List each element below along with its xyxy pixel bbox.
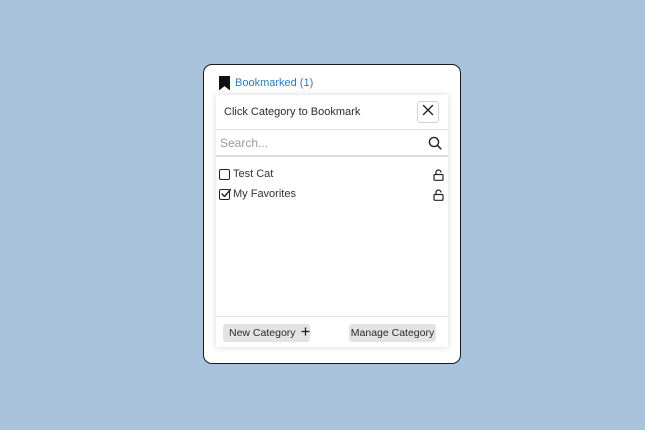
plus-icon bbox=[301, 324, 310, 342]
close-icon bbox=[422, 103, 434, 121]
category-popover: Click Category to Bookmark Search... Tes… bbox=[216, 95, 448, 347]
bookmark-card: Bookmarked (1) Click Category to Bookmar… bbox=[203, 64, 461, 364]
new-category-button[interactable]: New Category bbox=[223, 324, 310, 342]
popover-footer: New Category Manage Category bbox=[216, 316, 448, 347]
lock-icon[interactable] bbox=[433, 168, 444, 186]
new-category-label: New Category bbox=[229, 327, 296, 339]
category-checkbox-unchecked[interactable] bbox=[219, 169, 230, 180]
bookmark-status-label[interactable]: Bookmarked (1) bbox=[235, 76, 313, 90]
bookmark-toggle[interactable]: Bookmarked (1) bbox=[219, 76, 313, 90]
category-label: Test Cat bbox=[233, 168, 274, 180]
search-icon[interactable] bbox=[428, 136, 442, 155]
search-input[interactable] bbox=[220, 134, 416, 151]
category-list: Test Cat My Favorites bbox=[216, 165, 448, 205]
category-item-my-favorites[interactable]: My Favorites bbox=[216, 185, 448, 205]
search-bar bbox=[216, 130, 448, 157]
lock-icon[interactable] bbox=[433, 188, 444, 206]
category-label: My Favorites bbox=[233, 188, 296, 200]
category-checkbox-checked[interactable] bbox=[219, 188, 232, 200]
close-button[interactable] bbox=[417, 101, 439, 123]
category-item-test-cat[interactable]: Test Cat bbox=[216, 165, 448, 185]
manage-category-label: Manage Category bbox=[350, 327, 435, 339]
manage-category-button[interactable]: Manage Category bbox=[349, 324, 436, 342]
popover-title: Click Category to Bookmark bbox=[224, 106, 361, 118]
bookmark-icon bbox=[219, 76, 230, 90]
popover-header: Click Category to Bookmark bbox=[216, 95, 448, 130]
